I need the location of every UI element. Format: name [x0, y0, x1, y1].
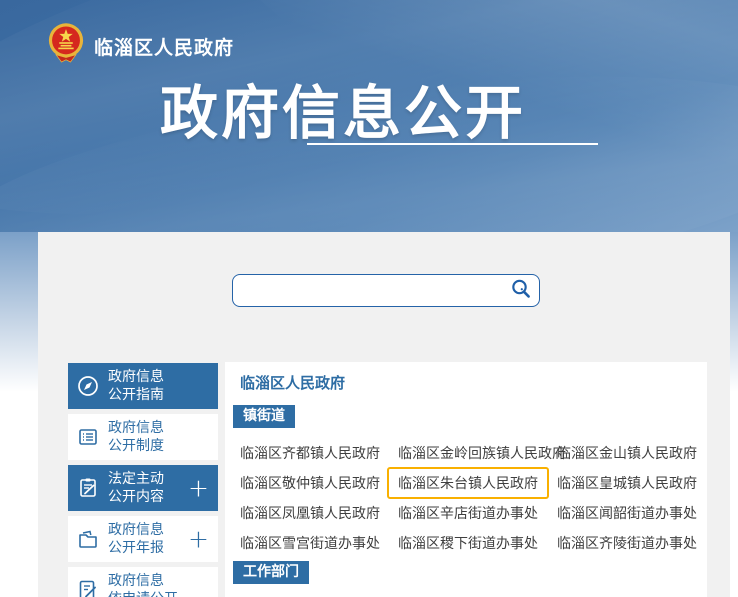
- gov-link[interactable]: 临淄区闻韶街道办事处: [546, 497, 708, 529]
- gov-link[interactable]: 临淄区齐都镇人民政府: [229, 437, 391, 469]
- grid-cell: 临淄区雪宫街道办事处: [229, 527, 387, 557]
- grid-cell: 临淄区齐陵街道办事处: [546, 527, 711, 557]
- document-list-icon: [68, 425, 108, 449]
- grid-cell: 临淄区金山镇人民政府: [546, 437, 711, 467]
- grid-cell: 临淄区皇城镇人民政府: [546, 467, 711, 497]
- grid-cell: 临淄区朱台镇人民政府: [387, 467, 546, 497]
- sidebar-item-label: 政府信息公开年报: [108, 521, 164, 557]
- search-button[interactable]: [503, 275, 539, 306]
- town-links-grid: 临淄区齐都镇人民政府临淄区金岭回族镇人民政府临淄区金山镇人民政府临淄区敬仲镇人民…: [229, 437, 711, 557]
- sidebar-item-label: 政府信息公开指南: [108, 368, 164, 404]
- gov-link[interactable]: 临淄区皇城镇人民政府: [546, 467, 708, 499]
- section-label-departments: 工作部门: [233, 561, 309, 584]
- gov-link[interactable]: 临淄区凤凰镇人民政府: [229, 497, 391, 529]
- gov-link[interactable]: 临淄区辛店街道办事处: [387, 497, 549, 529]
- gov-link[interactable]: 临淄区金山镇人民政府: [546, 437, 708, 469]
- grid-cell: 临淄区稷下街道办事处: [387, 527, 546, 557]
- grid-cell: 临淄区辛店街道办事处: [387, 497, 546, 527]
- search-input[interactable]: [233, 275, 503, 306]
- sidebar-item-guide[interactable]: 政府信息公开指南: [68, 363, 218, 409]
- expand-plus-icon[interactable]: +: [188, 527, 209, 552]
- gov-link[interactable]: 临淄区敬仲镇人民政府: [229, 467, 391, 499]
- sidebar-item-label: 法定主动公开内容: [108, 470, 164, 506]
- document-pen-icon: [68, 578, 108, 597]
- clipboard-pen-icon: [68, 476, 108, 500]
- sidebar-item-request[interactable]: 政府信息依申请公开: [68, 567, 218, 597]
- sidebar-item-statutory[interactable]: 法定主动公开内容 +: [68, 465, 218, 511]
- page-header: 临淄区人民政府 政府信息公开: [0, 0, 738, 232]
- grid-cell: 临淄区闻韶街道办事处: [546, 497, 711, 527]
- sidebar-item-system[interactable]: 政府信息公开制度: [68, 414, 218, 460]
- sidebar-nav: 政府信息公开指南政府信息公开制度法定主动公开内容 + 政府信息公开年报 + 政府信息依申…: [68, 363, 218, 597]
- site-brand[interactable]: 临淄区人民政府: [48, 22, 234, 70]
- sidebar-item-annual[interactable]: 政府信息公开年报 +: [68, 516, 218, 562]
- sidebar-item-label: 政府信息依申请公开: [108, 572, 178, 597]
- national-emblem-icon: [48, 22, 84, 70]
- gov-link[interactable]: 临淄区齐陵街道办事处: [546, 527, 708, 559]
- search-bar: [232, 274, 540, 307]
- site-name: 临淄区人民政府: [94, 33, 234, 60]
- title-underline: [307, 143, 598, 145]
- page: 临淄区人民政府 政府信息公开 政府信息公开指南政府信息公开制度法定主动公开内容 +…: [0, 0, 738, 597]
- main-content: 临淄区人民政府 镇街道 临淄区齐都镇人民政府临淄区金岭回族镇人民政府临淄区金山镇…: [225, 362, 707, 597]
- sidebar-item-label: 政府信息公开制度: [108, 419, 164, 455]
- search-icon: [510, 278, 532, 304]
- expand-plus-icon[interactable]: +: [188, 476, 209, 501]
- gov-link-highlighted[interactable]: 临淄区朱台镇人民政府: [387, 467, 549, 499]
- grid-cell: 临淄区凤凰镇人民政府: [229, 497, 387, 527]
- folder-icon: [68, 527, 108, 551]
- compass-icon: [68, 374, 108, 398]
- grid-cell: 临淄区金岭回族镇人民政府: [387, 437, 546, 467]
- content-heading: 临淄区人民政府: [240, 372, 345, 393]
- gov-link[interactable]: 临淄区雪宫街道办事处: [229, 527, 391, 559]
- section-label-towns: 镇街道: [233, 405, 295, 428]
- grid-cell: 临淄区齐都镇人民政府: [229, 437, 387, 467]
- page-title: 政府信息公开: [160, 66, 526, 150]
- grid-cell: 临淄区敬仲镇人民政府: [229, 467, 387, 497]
- gov-link[interactable]: 临淄区稷下街道办事处: [387, 527, 549, 559]
